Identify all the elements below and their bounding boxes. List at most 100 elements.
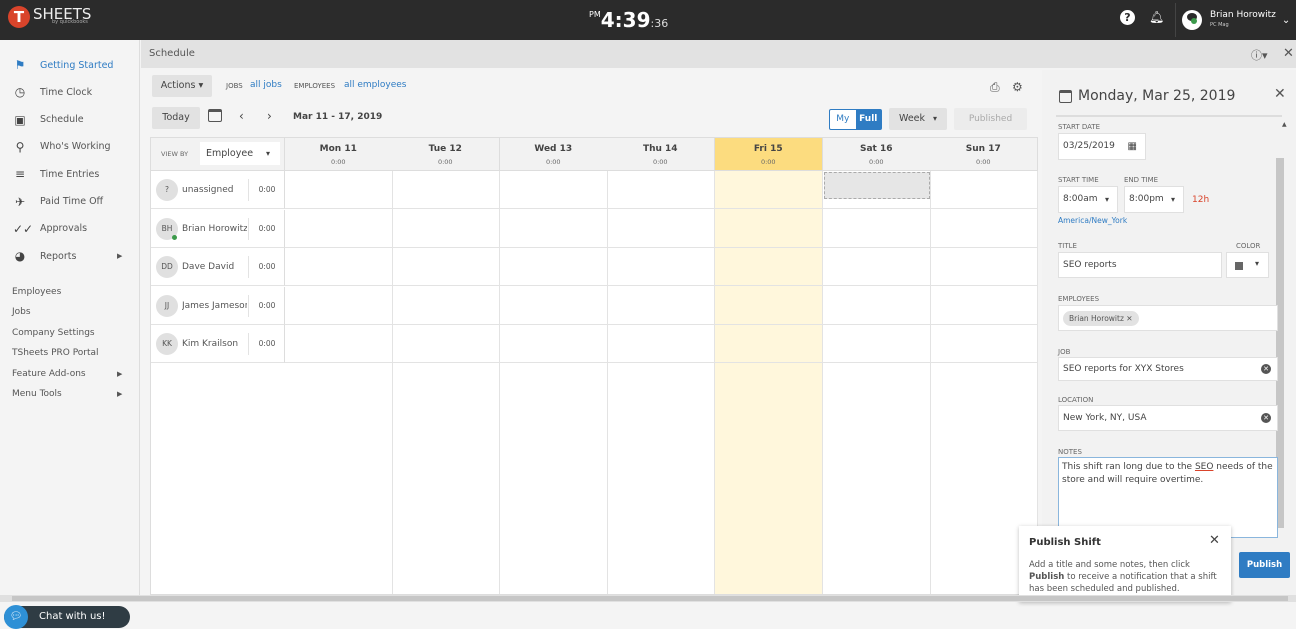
sidebar-link-employees[interactable]: Employees [12, 284, 132, 300]
sidebar-link-company-settings[interactable]: Company Settings [12, 325, 132, 341]
sidebar-item-time-clock[interactable]: ◷ Time Clock [0, 79, 140, 105]
horizontal-scrollbar[interactable] [0, 595, 1296, 602]
day-header[interactable]: Wed 13 0:00 [500, 138, 608, 171]
remove-chip-icon[interactable]: ✕ [1126, 314, 1132, 323]
employees-input[interactable]: Brian Horowitz ✕ [1058, 305, 1278, 331]
sidebar-link-tsheets-pro-portal[interactable]: TSheets PRO Portal [12, 345, 132, 361]
sidebar-item-reports[interactable]: ◕ Reports ▶ [0, 243, 140, 269]
job-input[interactable]: SEO reports for XYX Stores ✕ [1058, 357, 1278, 381]
schedule-cell[interactable] [392, 325, 500, 363]
schedule-cell[interactable] [392, 171, 500, 209]
sidebar-item-getting-started[interactable]: ⚑ Getting Started [0, 52, 140, 78]
color-picker[interactable]: ▾ [1226, 252, 1269, 278]
today-button[interactable]: Today [152, 107, 200, 129]
schedule-cell[interactable] [930, 209, 1038, 248]
scroll-up-arrow[interactable]: ▲ [1282, 121, 1287, 128]
sidebar-link-menu-tools[interactable]: Menu Tools ▶ [12, 386, 132, 402]
clear-job-icon[interactable]: ✕ [1261, 364, 1271, 374]
schedule-cell[interactable] [500, 286, 608, 325]
clear-location-icon[interactable]: ✕ [1261, 413, 1271, 423]
employee-row[interactable]: JJ James Jameson 0:00 [151, 286, 285, 325]
title-input[interactable]: SEO reports [1058, 252, 1222, 278]
print-icon[interactable]: ⎙ [990, 80, 1000, 95]
schedule-cell[interactable] [607, 325, 715, 363]
schedule-cell[interactable] [823, 209, 931, 248]
schedule-cell[interactable] [715, 209, 823, 248]
schedule-cell[interactable] [285, 209, 393, 248]
published-button[interactable]: Published [954, 108, 1027, 130]
day-header[interactable]: Mon 11 0:00 [285, 138, 393, 171]
publish-button[interactable]: Publish [1239, 552, 1290, 578]
schedule-cell[interactable] [607, 209, 715, 248]
location-input[interactable]: New York, NY, USA ✕ [1058, 405, 1278, 431]
schedule-cell[interactable] [823, 325, 931, 363]
sidebar-item-schedule[interactable]: ▣ Schedule [0, 107, 140, 133]
schedule-cell[interactable] [392, 209, 500, 248]
schedule-cell[interactable] [930, 171, 1038, 209]
schedule-cell[interactable] [500, 171, 608, 209]
help-icon[interactable]: ? [1120, 10, 1135, 25]
sidebar-item-approvals[interactable]: ✓✓ Approvals [0, 216, 140, 242]
schedule-cell[interactable] [607, 248, 715, 286]
schedule-cell[interactable] [500, 325, 608, 363]
schedule-cell[interactable] [715, 286, 823, 325]
schedule-cell[interactable] [285, 171, 393, 209]
view-by-select[interactable]: Employee ▾ [200, 142, 280, 165]
schedule-cell[interactable] [715, 171, 823, 209]
close-popover-icon[interactable]: ✕ [1209, 533, 1220, 548]
chevron-down-icon[interactable]: ⌄ [1282, 15, 1290, 26]
toggle-full[interactable]: Full [855, 110, 881, 129]
previous-week-arrow-icon[interactable]: ‹ [239, 109, 244, 123]
bell-icon[interactable]: 🔔︎ [1149, 10, 1164, 25]
schedule-cell[interactable] [500, 209, 608, 248]
schedule-cell[interactable] [285, 286, 393, 325]
schedule-cell[interactable] [392, 248, 500, 286]
employee-row[interactable]: BH Brian Horowitz 0:00 [151, 209, 285, 248]
day-header[interactable]: Fri 15 0:00 [715, 138, 823, 171]
close-panel-icon[interactable]: ✕ [1274, 86, 1286, 102]
scrollbar-thumb[interactable] [12, 596, 1288, 601]
calendar-grid-icon[interactable]: ▦ [1128, 134, 1137, 159]
end-time-select[interactable]: 8:00pm ▾ [1124, 186, 1184, 213]
schedule-cell[interactable] [930, 286, 1038, 325]
sidebar-link-feature-add-ons[interactable]: Feature Add-ons ▶ [12, 366, 132, 382]
schedule-cell[interactable] [715, 248, 823, 286]
schedule-cell[interactable] [607, 171, 715, 209]
actions-dropdown[interactable]: Actions ▾ [152, 75, 212, 97]
schedule-cell[interactable] [823, 248, 931, 286]
start-date-input[interactable]: 03/25/2019 ▦ [1058, 133, 1146, 160]
sidebar-link-jobs[interactable]: Jobs [12, 304, 132, 320]
chat-with-us-button[interactable]: 💬︎ Chat with us! [4, 605, 130, 629]
toggle-my[interactable]: My [830, 110, 856, 129]
user-menu[interactable]: Brian Horowitz PC Mag ⌄ [1175, 3, 1296, 37]
day-header[interactable]: Thu 14 0:00 [607, 138, 715, 171]
timezone-link[interactable]: America/New_York [1058, 216, 1127, 225]
schedule-cell[interactable] [500, 248, 608, 286]
day-header[interactable]: Sun 17 0:00 [930, 138, 1038, 171]
schedule-cell[interactable] [285, 248, 393, 286]
employees-filter-link[interactable]: all employees [344, 80, 407, 90]
schedule-cell[interactable] [715, 325, 823, 363]
start-time-select[interactable]: 8:00am ▾ [1058, 186, 1118, 213]
sidebar-item-who-s-working[interactable]: ⚲ Who's Working [0, 134, 140, 160]
calendar-picker-icon[interactable] [208, 109, 222, 122]
shift-placeholder[interactable] [824, 172, 930, 199]
schedule-cell[interactable] [930, 325, 1038, 363]
schedule-cell[interactable] [607, 286, 715, 325]
help-dropdown-icon[interactable]: ⓘ▾ [1251, 47, 1268, 63]
employee-row[interactable]: ? unassigned 0:00 [151, 171, 285, 209]
next-week-arrow-icon[interactable]: › [267, 109, 272, 123]
schedule-cell[interactable] [823, 286, 931, 325]
jobs-filter-link[interactable]: all jobs [250, 80, 282, 90]
close-icon[interactable]: ✕ [1283, 46, 1294, 61]
schedule-cell[interactable] [392, 286, 500, 325]
day-header[interactable]: Sat 16 0:00 [823, 138, 931, 171]
gear-icon[interactable]: ⚙ [1012, 80, 1023, 94]
schedule-cell[interactable] [930, 248, 1038, 286]
sidebar-item-time-entries[interactable]: ≡ Time Entries [0, 161, 140, 187]
employee-row[interactable]: KK Kim Krailson 0:00 [151, 325, 285, 363]
day-header[interactable]: Tue 12 0:00 [392, 138, 500, 171]
sidebar-item-paid-time-off[interactable]: ✈ Paid Time Off [0, 189, 140, 215]
schedule-cell[interactable] [285, 325, 393, 363]
employee-row[interactable]: DD Dave David 0:00 [151, 248, 285, 286]
